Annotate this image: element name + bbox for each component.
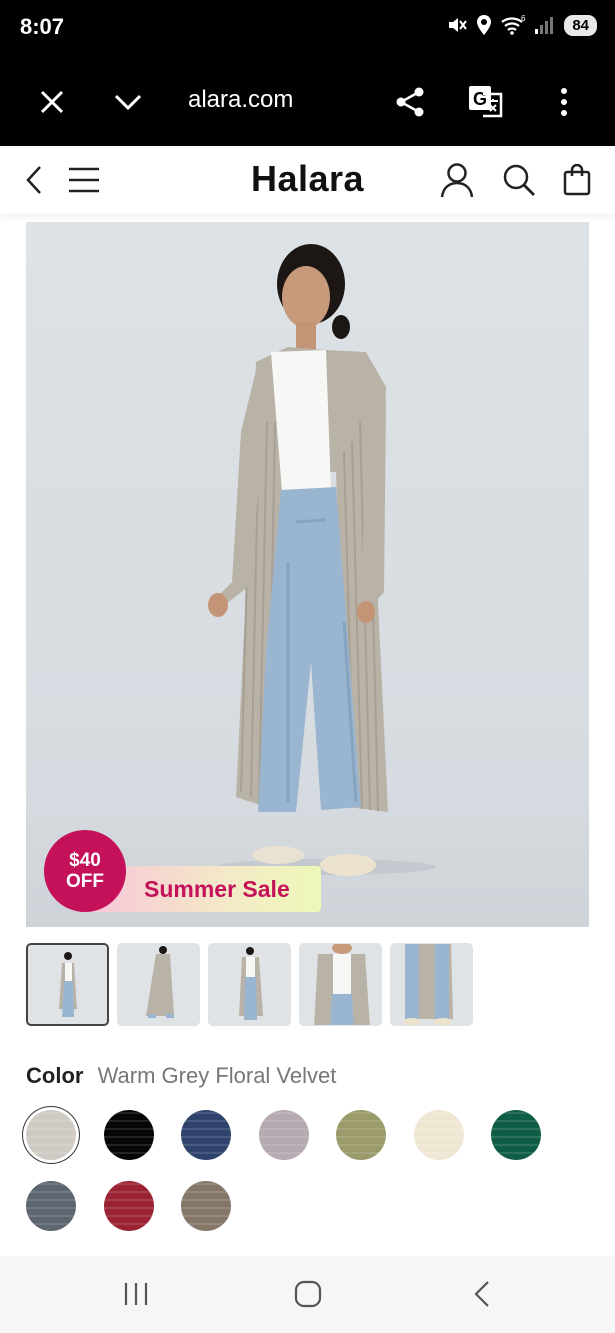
thumbnail-5[interactable] — [390, 943, 473, 1026]
thumbnail-2[interactable] — [117, 943, 200, 1026]
discount-badge: $40 OFF — [44, 830, 126, 912]
more-vertical-icon — [561, 88, 567, 116]
system-navigation-bar — [0, 1256, 615, 1333]
recent-apps-button[interactable] — [116, 1274, 156, 1314]
chevron-down-icon — [114, 94, 142, 111]
account-icon — [440, 163, 474, 198]
url-text[interactable]: alara.com — [188, 86, 293, 114]
translate-icon: G — [469, 86, 503, 118]
thumbnail-image — [403, 944, 453, 1025]
color-selector-header: Color Warm Grey Floral Velvet — [26, 1063, 336, 1089]
discount-amount: $40 — [69, 850, 101, 871]
discount-off: OFF — [66, 871, 104, 892]
wifi-icon: 6 — [501, 14, 526, 35]
color-swatch[interactable] — [336, 1110, 386, 1160]
mute-icon — [449, 18, 468, 32]
more-options-button[interactable] — [540, 78, 588, 126]
color-swatch[interactable] — [181, 1110, 231, 1160]
system-back-button[interactable] — [462, 1274, 502, 1314]
color-swatch[interactable] — [26, 1110, 76, 1160]
battery-indicator: 84 — [564, 14, 597, 36]
thumbnail-image — [239, 947, 263, 1020]
color-swatch[interactable] — [258, 1110, 309, 1160]
search-icon — [503, 164, 535, 196]
browser-toolbar: alara.com G — [0, 58, 615, 146]
color-swatch[interactable] — [413, 1110, 464, 1160]
thumbnail-image — [146, 946, 174, 1018]
location-icon — [477, 15, 492, 35]
product-main-image[interactable]: $40 OFF Summer Sale — [26, 222, 589, 927]
status-bar: 8:07 6 84 — [0, 0, 615, 58]
share-button[interactable] — [386, 78, 434, 126]
thumbnail-strip — [26, 943, 473, 1026]
model-photo — [208, 244, 436, 876]
color-swatch[interactable] — [103, 1110, 154, 1160]
selected-color-name: Warm Grey Floral Velvet — [97, 1063, 337, 1088]
cart-button[interactable] — [557, 160, 597, 200]
color-swatch[interactable] — [103, 1181, 154, 1231]
home-icon — [294, 1280, 322, 1308]
close-icon — [40, 90, 64, 114]
svg-text:6: 6 — [521, 14, 526, 23]
sale-label: Summer Sale — [144, 875, 290, 902]
thumbnail-1[interactable] — [26, 943, 109, 1026]
thumbnail-4[interactable] — [299, 943, 382, 1026]
back-nav-icon — [474, 1281, 489, 1307]
tab-dropdown-button[interactable] — [104, 78, 152, 126]
search-button[interactable] — [499, 160, 539, 200]
recent-apps-icon — [124, 1283, 148, 1305]
translate-button[interactable]: G — [462, 78, 510, 126]
site-header: Halara — [0, 146, 615, 214]
color-swatch[interactable] — [491, 1110, 541, 1160]
color-swatch[interactable] — [181, 1181, 231, 1231]
svg-text:G: G — [473, 89, 487, 109]
status-icons: 6 84 — [446, 14, 597, 36]
color-swatch[interactable] — [26, 1181, 76, 1231]
thumbnail-image — [314, 944, 370, 1025]
home-button[interactable] — [288, 1274, 328, 1314]
status-time: 8:07 — [20, 14, 65, 39]
thumbnail-3[interactable] — [208, 943, 291, 1026]
signal-icon — [535, 17, 554, 34]
bag-icon — [563, 164, 591, 196]
color-label: Color — [26, 1063, 84, 1088]
share-icon — [396, 87, 424, 117]
close-button[interactable] — [28, 78, 76, 126]
account-button[interactable] — [437, 160, 477, 200]
thumbnail-image — [59, 952, 77, 1017]
